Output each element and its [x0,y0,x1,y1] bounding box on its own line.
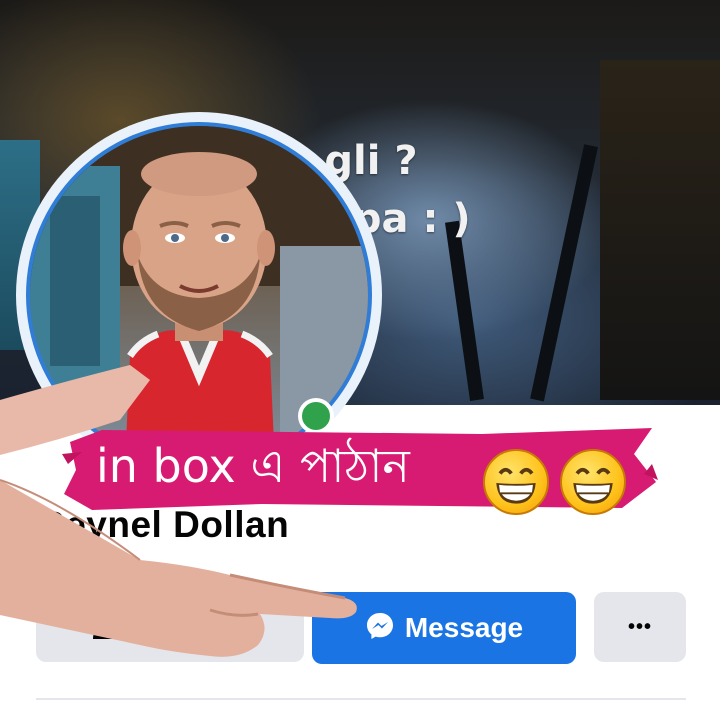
friends-icon [92,610,127,645]
friends-button[interactable]: Friends [36,592,304,662]
cover-palm-tree [530,144,598,402]
cover-dark-pillar [600,60,720,400]
messenger-icon [365,611,395,646]
message-button-label: Message [404,612,524,643]
section-divider [36,698,686,700]
message-button[interactable]: Message [312,592,576,664]
profile-actions: Friends Message ••• [0,592,720,666]
grinning-face-emoji-icon [483,449,549,515]
friends-button-label: Friends [136,611,238,642]
more-options-button[interactable]: ••• [594,592,686,662]
more-dots-icon: ••• [627,615,652,638]
overlay-banner-text: in box এ পাঠান [96,439,410,493]
grinning-face-emoji-icon [560,449,626,515]
